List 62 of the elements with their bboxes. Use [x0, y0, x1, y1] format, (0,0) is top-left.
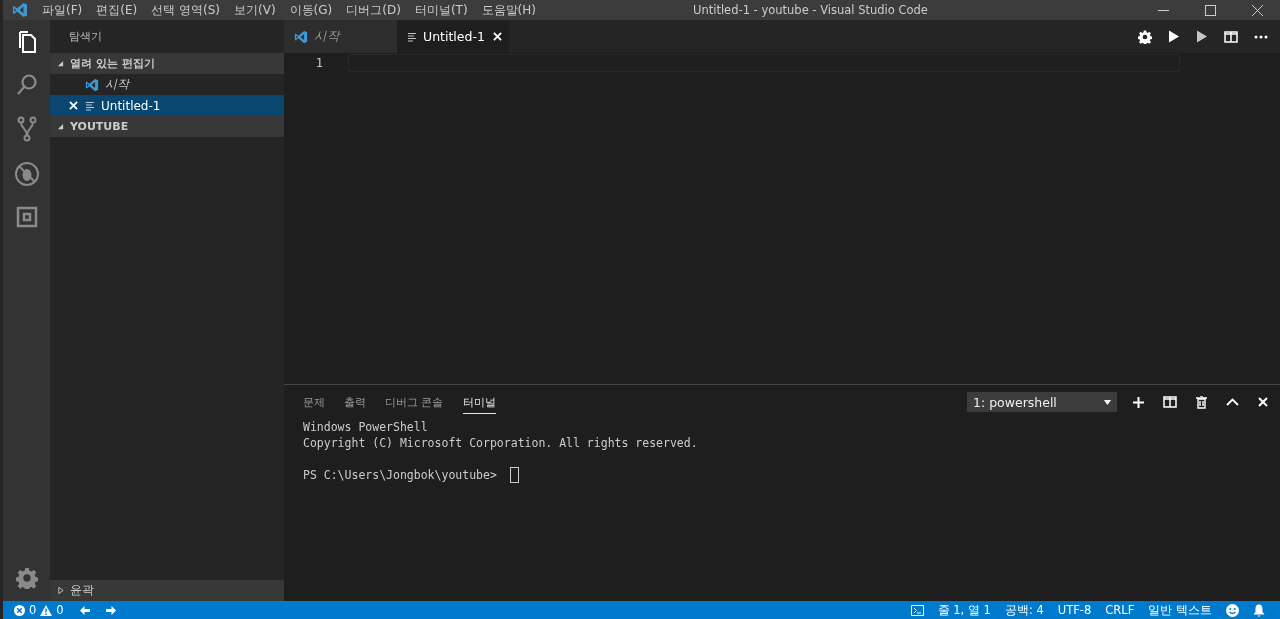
menu-item[interactable]: 선택 영역(S) [151, 1, 220, 19]
caret-icon [1104, 399, 1111, 405]
panel-tab[interactable]: 문제 [303, 390, 325, 414]
menu-item[interactable]: 터미널(T) [414, 1, 468, 19]
error-icon[interactable] [14, 604, 25, 616]
terminal-prompt: PS C:\Users\Jongbok\youtube> [303, 468, 497, 482]
line-ending[interactable]: CRLF [1105, 603, 1135, 617]
branch-icon[interactable] [15, 116, 38, 142]
smiley-icon[interactable] [1226, 603, 1239, 617]
language-mode[interactable]: 일반 텍스트 [1148, 602, 1212, 618]
vs-logo-icon [85, 77, 99, 92]
editor-tab[interactable]: Untitled-1 [397, 20, 509, 53]
bell-icon[interactable] [1253, 603, 1265, 617]
menu-item[interactable]: 보기(V) [234, 1, 276, 19]
arrow-left-icon[interactable] [79, 605, 90, 615]
add-icon[interactable] [1133, 396, 1144, 408]
warning-count[interactable]: 0 [56, 603, 64, 617]
terminal-line: Copyright (C) Microsoft Corporation. All rights reserved. [303, 436, 698, 450]
vs-logo-icon [294, 29, 308, 44]
terminal-cursor [509, 467, 519, 483]
menu-item[interactable]: 디버그(D) [346, 1, 401, 19]
line-number: 1 [314, 56, 323, 70]
no-bug-icon[interactable] [13, 161, 40, 187]
app-logo-icon [12, 2, 28, 18]
play-icon[interactable] [1168, 30, 1180, 43]
maximize-icon[interactable] [1205, 4, 1216, 16]
settings-icon[interactable] [1138, 29, 1152, 44]
search-icon[interactable] [14, 73, 39, 97]
more-icon[interactable] [1254, 34, 1268, 39]
panel-tab[interactable]: 터미널 [462, 390, 496, 414]
text-file-icon [407, 31, 417, 42]
split-terminal-icon[interactable] [1163, 396, 1177, 408]
menu-item[interactable]: 파일(F) [42, 1, 83, 19]
section-header[interactable]: 윤곽 [50, 580, 284, 601]
trash-icon[interactable] [1196, 395, 1207, 409]
arrow-right-icon[interactable] [105, 605, 116, 615]
menu-item[interactable]: 도움말(H) [481, 1, 536, 19]
split-editor-icon[interactable] [1224, 30, 1238, 43]
text-file-icon [85, 100, 95, 111]
panel-tab[interactable]: 출력 [344, 390, 366, 414]
play-icon[interactable] [1196, 30, 1208, 43]
error-count[interactable]: 0 [29, 603, 37, 617]
section-header[interactable]: YOUTUBE [50, 116, 284, 137]
panel-tab[interactable]: 디버그 콘솔 [385, 390, 444, 414]
window-title: Untitled-1 - youtube - Visual Studio Code [693, 3, 928, 17]
encoding[interactable]: UTF-8 [1057, 603, 1092, 617]
warning-icon[interactable] [40, 604, 53, 616]
terminal-icon[interactable] [910, 604, 924, 616]
open-editor-item[interactable]: Untitled-1 [50, 95, 284, 116]
terminal-dropdown[interactable]: 1: powershell [967, 392, 1117, 412]
open-editor-item[interactable]: 시작 [50, 74, 284, 95]
menu-item[interactable]: 이동(G) [289, 1, 333, 19]
indentation[interactable]: 공백: 4 [1004, 602, 1044, 618]
section-header[interactable]: 열려 있는 편집기 [50, 53, 284, 74]
close-icon[interactable] [1252, 4, 1263, 16]
terminal-line: Windows PowerShell [303, 420, 428, 434]
editor-tab[interactable]: 시작 [284, 20, 397, 53]
chevron-up-icon[interactable] [1226, 398, 1239, 406]
menu-item[interactable]: 편집(E) [96, 1, 138, 19]
extensions-icon[interactable] [15, 206, 38, 228]
cursor-position[interactable]: 줄 1, 열 1 [937, 602, 991, 618]
sidebar-title: 탐색기 [69, 29, 102, 44]
